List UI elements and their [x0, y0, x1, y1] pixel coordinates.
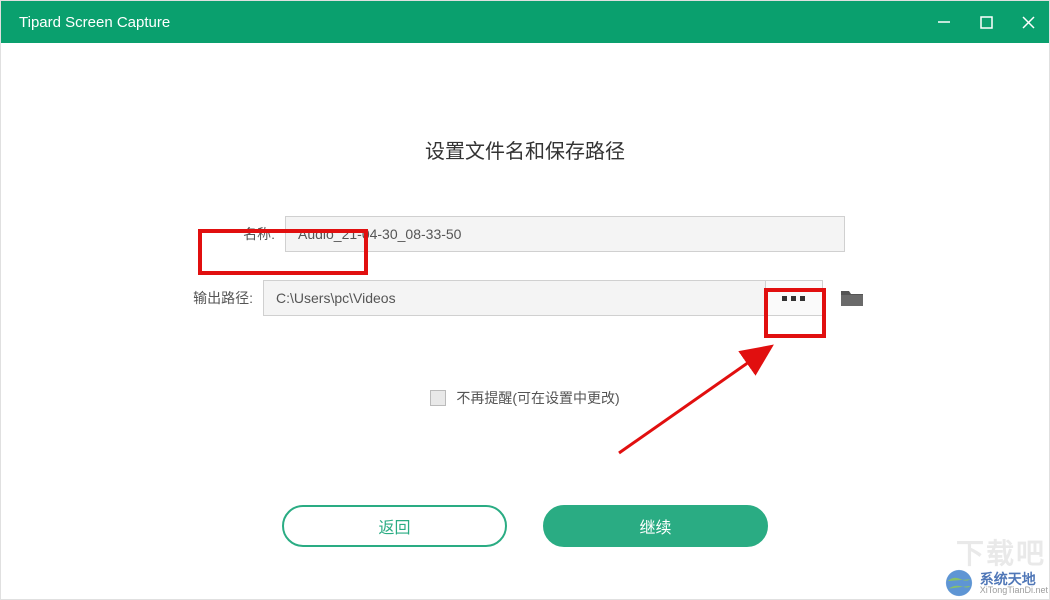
arrow-annotation — [611, 333, 791, 463]
close-icon — [1021, 15, 1036, 30]
filename-input[interactable] — [285, 216, 845, 252]
name-row: 名称: — [205, 216, 845, 252]
titlebar: Tipard Screen Capture — [1, 1, 1049, 43]
continue-button[interactable]: 继续 — [543, 505, 768, 547]
dialog-heading: 设置文件名和保存路径 — [425, 135, 625, 164]
minimize-icon — [937, 15, 951, 29]
dont-remind-checkbox[interactable] — [430, 390, 446, 406]
open-folder-button[interactable] — [837, 280, 867, 316]
output-path-input[interactable] — [263, 280, 765, 316]
minimize-button[interactable] — [923, 1, 965, 43]
ellipsis-icon — [781, 294, 807, 302]
reminder-label: 不再提醒(可在设置中更改) — [456, 388, 619, 408]
maximize-icon — [980, 16, 993, 29]
browse-button[interactable] — [765, 280, 823, 316]
titlebar-left: Tipard Screen Capture — [19, 14, 170, 31]
path-label: 输出路径: — [183, 288, 253, 308]
back-button[interactable]: 返回 — [282, 505, 507, 547]
folder-icon — [840, 288, 864, 308]
dialog-content: 设置文件名和保存路径 名称: 输出路径: — [1, 43, 1049, 599]
app-title: Tipard Screen Capture — [19, 14, 170, 31]
window-controls — [923, 1, 1049, 43]
path-row: 输出路径: — [183, 280, 867, 316]
app-window: Tipard Screen Capture 设置文件名和保存路径 名称: 输出路… — [0, 0, 1050, 600]
name-label: 名称: — [205, 224, 275, 244]
action-buttons: 返回 继续 — [282, 505, 768, 547]
maximize-button[interactable] — [965, 1, 1007, 43]
close-button[interactable] — [1007, 1, 1049, 43]
reminder-row: 不再提醒(可在设置中更改) — [430, 388, 619, 408]
